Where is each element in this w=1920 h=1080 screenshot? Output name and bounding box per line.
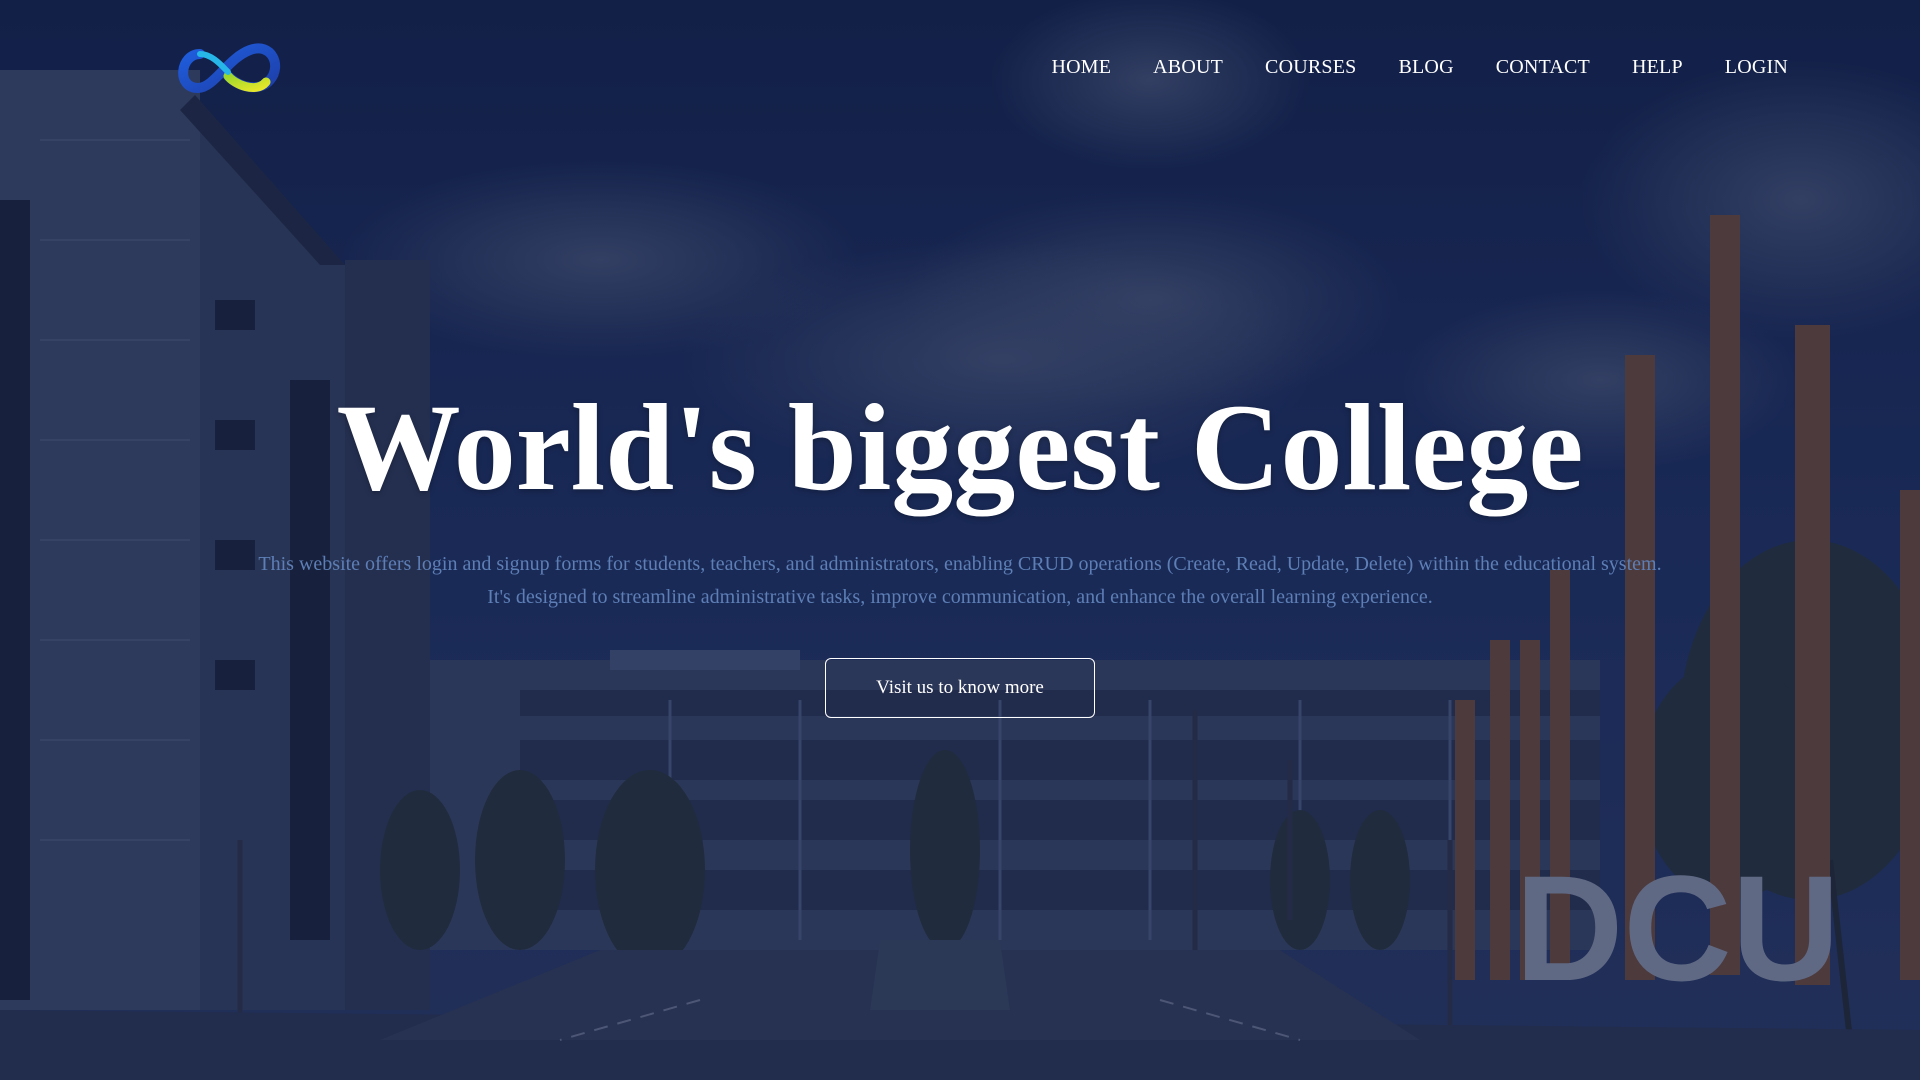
nav-about-link[interactable]: ABOUT xyxy=(1153,56,1223,79)
hero-title: World's biggest College xyxy=(336,379,1584,516)
nav-blog-link[interactable]: BLOG xyxy=(1398,56,1453,79)
infinity-logo-icon[interactable] xyxy=(170,36,284,104)
nav-contact-link[interactable]: CONTACT xyxy=(1496,56,1590,79)
nav-home-link[interactable]: HOME xyxy=(1051,56,1111,79)
main-nav: HOME ABOUT COURSES BLOG CONTACT HELP LOG… xyxy=(1009,56,1788,79)
background-overlay xyxy=(0,0,1920,1080)
hero-description-line-1: This website offers login and signup for… xyxy=(258,553,1662,575)
nav-courses-link[interactable]: COURSES xyxy=(1265,56,1356,79)
hero-description-line-2: It's designed to streamline administrati… xyxy=(487,586,1433,608)
visit-us-button[interactable]: Visit us to know more xyxy=(825,658,1095,718)
hero-section: DCU HOME ABOUT COURSES BLOG CONTACT HELP… xyxy=(0,0,1920,1080)
hero-description: This website offers login and signup for… xyxy=(0,548,1920,614)
nav-help-link[interactable]: HELP xyxy=(1632,56,1683,79)
nav-login-link[interactable]: LOGIN xyxy=(1725,56,1788,79)
